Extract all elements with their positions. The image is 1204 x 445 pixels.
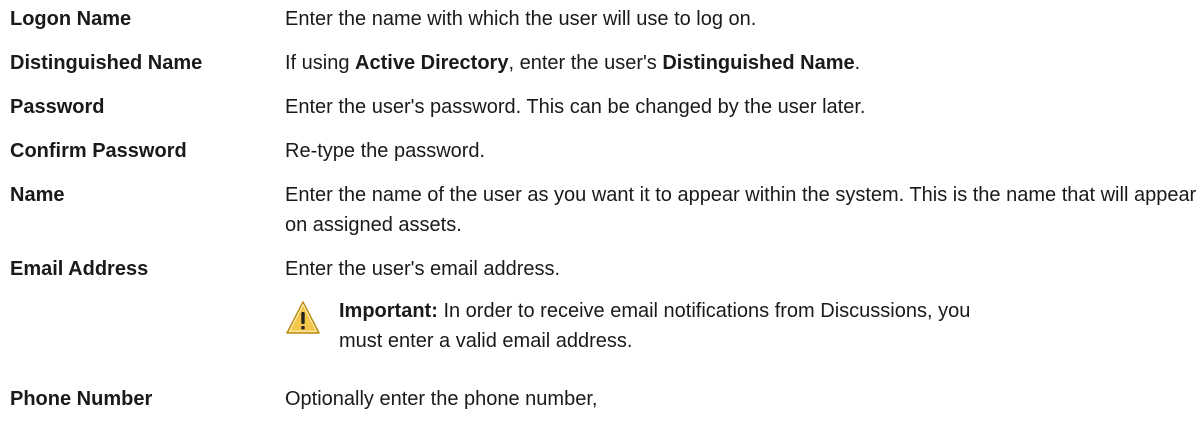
field-definition: Enter the name with which the user will …: [285, 8, 757, 30]
warning-icon: [286, 301, 320, 334]
field-row-email-address: Email Address Enter the user's email add…: [10, 254, 1200, 384]
field-definition: Optionally enter the phone number,: [285, 388, 598, 410]
definition-text: If using: [285, 52, 356, 74]
definition-text: .: [854, 52, 861, 74]
note-text: Important: In order to receive email not…: [339, 296, 999, 356]
field-term: Name: [10, 184, 65, 206]
field-row-confirm-password: Confirm Password Re-type the password.: [10, 136, 1200, 180]
field-term: Distinguished Name: [10, 52, 203, 74]
field-term: Email Address: [10, 258, 149, 280]
field-row-logon-name: Logon Name Enter the name with which the…: [10, 4, 1200, 48]
field-row-distinguished-name: Distinguished Name If using Active Direc…: [10, 48, 1200, 92]
field-definition: Re-type the password.: [285, 140, 486, 162]
field-definition: Enter the user's email address.: [285, 258, 561, 280]
field-row-name: Name Enter the name of the user as you w…: [10, 180, 1200, 254]
field-row-phone-number: Phone Number Optionally enter the phone …: [10, 384, 1200, 424]
field-definition: If using Active Directory, enter the use…: [285, 48, 1200, 78]
field-definition: Enter the user's password. This can be c…: [285, 96, 866, 118]
field-row-password: Password Enter the user's password. This…: [10, 92, 1200, 136]
field-term: Password: [10, 96, 105, 118]
field-definition: Enter the name of the user as you want i…: [285, 184, 1197, 236]
field-term: Confirm Password: [10, 140, 187, 162]
definition-text: , enter the user's: [508, 52, 663, 74]
note-label: Important:: [339, 300, 438, 322]
field-definition-block: Enter the user's email address. Importan…: [285, 254, 1200, 356]
definition-emphasis: Active Directory: [355, 52, 509, 74]
field-term: Phone Number: [10, 388, 153, 410]
field-definition-list: Logon Name Enter the name with which the…: [10, 4, 1200, 424]
field-term: Logon Name: [10, 8, 132, 30]
definition-emphasis: Distinguished Name: [662, 52, 855, 74]
important-note: Important: In order to receive email not…: [285, 296, 1200, 356]
